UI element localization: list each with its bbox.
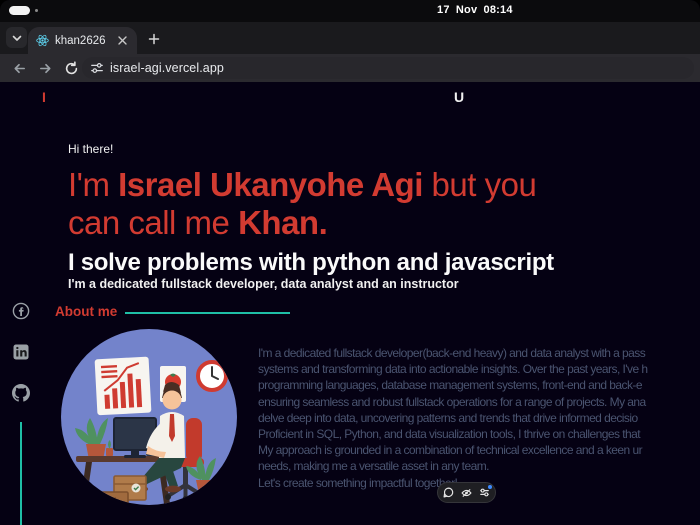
hero-title-line2: can call me Khan. (68, 204, 668, 242)
hero-title-segment: can call me (68, 204, 239, 241)
tab-close-button[interactable] (115, 34, 129, 48)
about-paragraph-line: programming languages, database manageme… (258, 378, 643, 393)
chevron-down-icon (12, 35, 21, 41)
url-text[interactable]: israel-agi.vercel.app (110, 61, 224, 75)
linkedin-link[interactable] (12, 343, 30, 361)
forward-button[interactable] (36, 59, 54, 77)
sidebar-accent-line (20, 422, 22, 525)
hero-title-line1: I'm Israel Ukanyohe Agi but you (68, 166, 668, 204)
facebook-link[interactable] (12, 302, 30, 320)
system-top-bar: 17 Nov 08:14 (0, 0, 700, 22)
tab-title: khan2626 (55, 34, 106, 47)
browser-window: 17 Nov 08:14 khan2626 israel-agi.vercel.… (0, 0, 700, 525)
workspace-indicator-dot (35, 9, 38, 12)
github-icon (12, 384, 30, 402)
new-tab-button[interactable] (143, 28, 164, 49)
site-nav-letter[interactable]: U (454, 89, 464, 105)
comment-icon[interactable] (443, 487, 454, 498)
arrow-left-icon (13, 63, 25, 73)
about-paragraph: I'm a dedicated fullstack developer(back… (258, 345, 700, 495)
address-bar[interactable]: israel-agi.vercel.app (82, 57, 694, 79)
hero-greeting: Hi there! (68, 142, 114, 156)
browser-toolbar: israel-agi.vercel.app (0, 54, 700, 82)
linkedin-icon (13, 344, 29, 360)
hero-title: I'm Israel Ukanyohe Agi but you can call… (68, 166, 668, 242)
github-link[interactable] (12, 384, 30, 402)
hero-title-segment: Israel Ukanyohe Agi (118, 166, 423, 203)
about-paragraph-line: ensuring seamless and robust fullstack o… (258, 394, 646, 409)
about-paragraph-line: My approach is grounded in a combination… (258, 443, 643, 458)
about-paragraph-line: delve deep into data, uncovering pattern… (258, 410, 638, 425)
site-settings-icon[interactable] (90, 61, 104, 75)
system-clock[interactable]: 17 Nov 08:14 (437, 4, 513, 16)
vercel-toolbar[interactable] (437, 482, 496, 503)
about-paragraph-line: Proficient in SQL, Python, and data visu… (258, 427, 641, 442)
hero-title-segment: Khan. (238, 204, 328, 241)
react-favicon-icon (36, 34, 49, 47)
about-paragraph-line: I'm a dedicated fullstack developer(back… (258, 346, 646, 360)
about-illustration (61, 329, 237, 505)
feature-flags-icon[interactable] (479, 485, 492, 498)
tab-strip: khan2626 (0, 22, 700, 54)
notification-dot (488, 485, 492, 489)
workspace-indicator-pill (9, 6, 30, 15)
back-button[interactable] (10, 59, 28, 77)
plus-icon (148, 33, 159, 44)
site-logo[interactable]: I (42, 89, 46, 105)
arrow-right-icon (39, 63, 51, 73)
about-paragraph-line: systems and transforming data into actio… (258, 362, 648, 377)
tab-search-button[interactable] (6, 27, 27, 48)
tab-khan2626[interactable]: khan2626 (28, 27, 137, 54)
about-paragraph-line: needs, making me a versatile asset in an… (258, 459, 490, 474)
hero-tagline: I'm a dedicated fullstack developer, dat… (68, 277, 459, 291)
reload-button[interactable] (62, 59, 80, 77)
about-section-label: About me (55, 304, 118, 319)
draft-mode-eye-icon[interactable] (461, 487, 472, 498)
close-icon (117, 36, 127, 45)
about-section-rule (125, 312, 290, 314)
hero-subtitle: I solve problems with python and javascr… (68, 249, 554, 276)
webpage-content: I U Hi there! I'm Israel Ukanyohe Agi bu… (0, 82, 700, 525)
facebook-icon (12, 302, 30, 320)
hero-title-segment: I'm (68, 166, 119, 203)
hero-title-segment: but you (422, 166, 537, 203)
reload-icon (65, 60, 77, 74)
